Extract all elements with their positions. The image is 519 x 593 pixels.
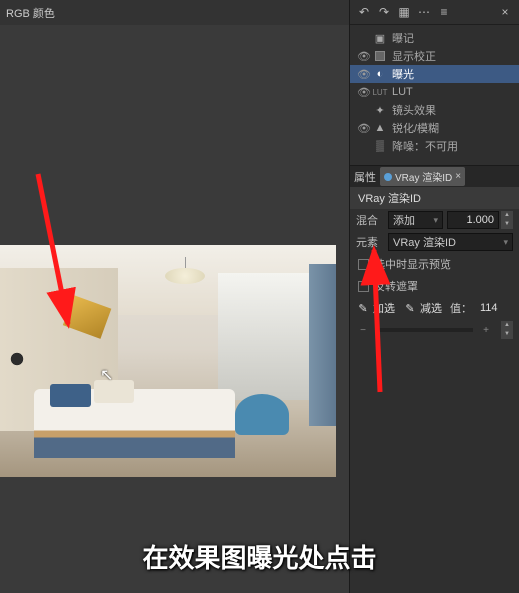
tab-vray-renderid[interactable]: VRay 渲染ID × [380,167,465,186]
invert-mask-checkbox[interactable] [358,281,369,292]
vray-icon [384,173,392,181]
layer-row-exposure[interactable]: 👁 ◐ 曝光 [350,65,519,83]
plus-icon[interactable]: + [479,323,493,337]
element-select[interactable]: VRay 渲染ID ▾ [388,233,513,251]
layer-row[interactable]: ✦ 镜头效果 [350,101,519,119]
layer-row[interactable]: 👁 显示校正 [350,47,519,65]
layer-row[interactable]: 👁 LUT LUT [350,83,519,101]
chevron-down-icon: ▾ [503,237,508,248]
eye-icon[interactable]: 👁 [356,86,372,99]
denoise-icon: ▒ [372,140,388,152]
spinner-icon[interactable]: ▲▼ [501,211,513,229]
mix-mode-select[interactable]: 添加 ▾ [388,211,443,229]
add-selection-button[interactable]: ✎ 加选 [356,300,395,316]
lens-icon: ✦ [372,104,388,116]
tab-close-icon[interactable]: × [455,171,461,182]
tutorial-caption: 在效果图曝光处点击 [0,538,519,575]
eye-icon[interactable]: 👁 [356,68,372,81]
record-icon: ▣ [372,32,388,44]
value-slider[interactable] [376,328,473,332]
spinner-icon[interactable]: ▲▼ [501,321,513,339]
subtract-selection-button[interactable]: ✎ 减选 [403,300,442,316]
exposure-icon: ◐ [372,68,388,80]
eyedropper-minus-icon: ✎ [403,301,417,315]
preview-label: 选中时显示预览 [374,256,451,272]
element-label: 元素 [356,234,388,250]
mix-label: 混合 [356,212,388,228]
layer-row[interactable]: ▒ 降噪：不可用 [350,137,519,155]
redo-icon[interactable]: ↷ [376,4,392,20]
chevron-down-icon: ▾ [433,215,438,226]
layer-row[interactable]: 👁 ▲ 锐化/模糊 [350,119,519,137]
close-icon[interactable]: × [497,4,513,20]
more-icon[interactable]: ⋯ [416,4,432,20]
checkbox-icon[interactable] [372,50,388,62]
menu-icon[interactable]: ≡ [436,4,452,20]
eye-icon[interactable]: 👁 [356,122,372,135]
minus-icon[interactable]: − [356,323,370,337]
section-title: VRay 渲染ID [350,187,519,209]
value-label: 值： [450,300,472,316]
layer-row[interactable]: ▣ 曝记 [350,29,519,47]
properties-label: 属性 [354,169,376,185]
eye-icon[interactable]: 👁 [356,50,372,63]
eyedropper-plus-icon: ✎ [356,301,370,315]
grid-icon[interactable]: ▦ [396,4,412,20]
render-image[interactable]: ↖ [0,245,336,477]
invert-mask-label: 反转遮罩 [374,278,418,294]
lut-icon: LUT [372,86,388,98]
mix-value-input[interactable]: 1.000 [447,211,499,229]
correction-layer-list: ▣ 曝记 👁 显示校正 👁 ◐ 曝光 👁 LUT LUT ✦ 镜头效果 👁 ▲ … [350,25,519,159]
mode-label[interactable]: RGB 颜色 [6,5,55,21]
preview-checkbox[interactable] [358,259,369,270]
history-icon[interactable]: ↶ [356,4,372,20]
value-number: 114 [480,302,498,314]
sharpen-icon: ▲ [372,122,388,134]
render-viewport[interactable]: ↖ [0,25,349,593]
